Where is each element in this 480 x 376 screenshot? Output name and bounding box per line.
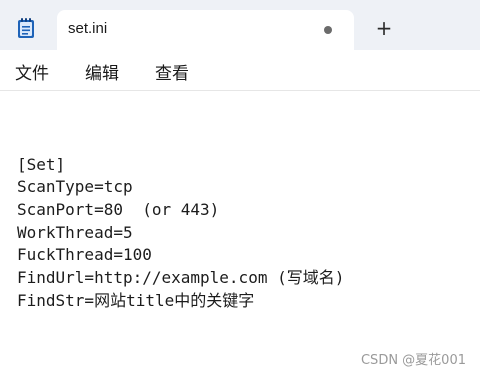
title-bar: set.ini + bbox=[0, 0, 480, 50]
menu-bar: 文件 编辑 查看 bbox=[0, 50, 480, 91]
text-editor[interactable]: [Set] ScanType=tcp ScanPort=80 (or 443) … bbox=[0, 91, 480, 376]
editor-line: FindStr=网站title中的关键字 bbox=[17, 291, 255, 310]
menu-view[interactable]: 查看 bbox=[155, 59, 189, 84]
editor-line: [Set] bbox=[17, 155, 66, 174]
menu-edit[interactable]: 编辑 bbox=[85, 59, 119, 84]
notepad-window: set.ini + 文件 编辑 查看 [Set] ScanType=tcp Sc… bbox=[0, 0, 480, 376]
editor-line: WorkThread=5 bbox=[17, 223, 133, 242]
editor-line: FuckThread=100 bbox=[17, 245, 152, 264]
new-tab-button[interactable]: + bbox=[372, 16, 396, 40]
editor-line: ScanType=tcp bbox=[17, 177, 133, 196]
tab-set-ini[interactable]: set.ini bbox=[57, 10, 354, 50]
editor-line: FindUrl=http://example.com (写域名) bbox=[17, 268, 345, 287]
menu-file[interactable]: 文件 bbox=[15, 59, 49, 84]
editor-line: ScanPort=80 (or 443) bbox=[17, 200, 220, 219]
unsaved-dot-icon[interactable] bbox=[324, 26, 332, 34]
watermark: CSDN @夏花001 bbox=[360, 353, 466, 368]
tab-title: set.ini bbox=[68, 20, 108, 37]
notepad-icon bbox=[17, 17, 35, 39]
plus-icon: + bbox=[375, 16, 393, 40]
